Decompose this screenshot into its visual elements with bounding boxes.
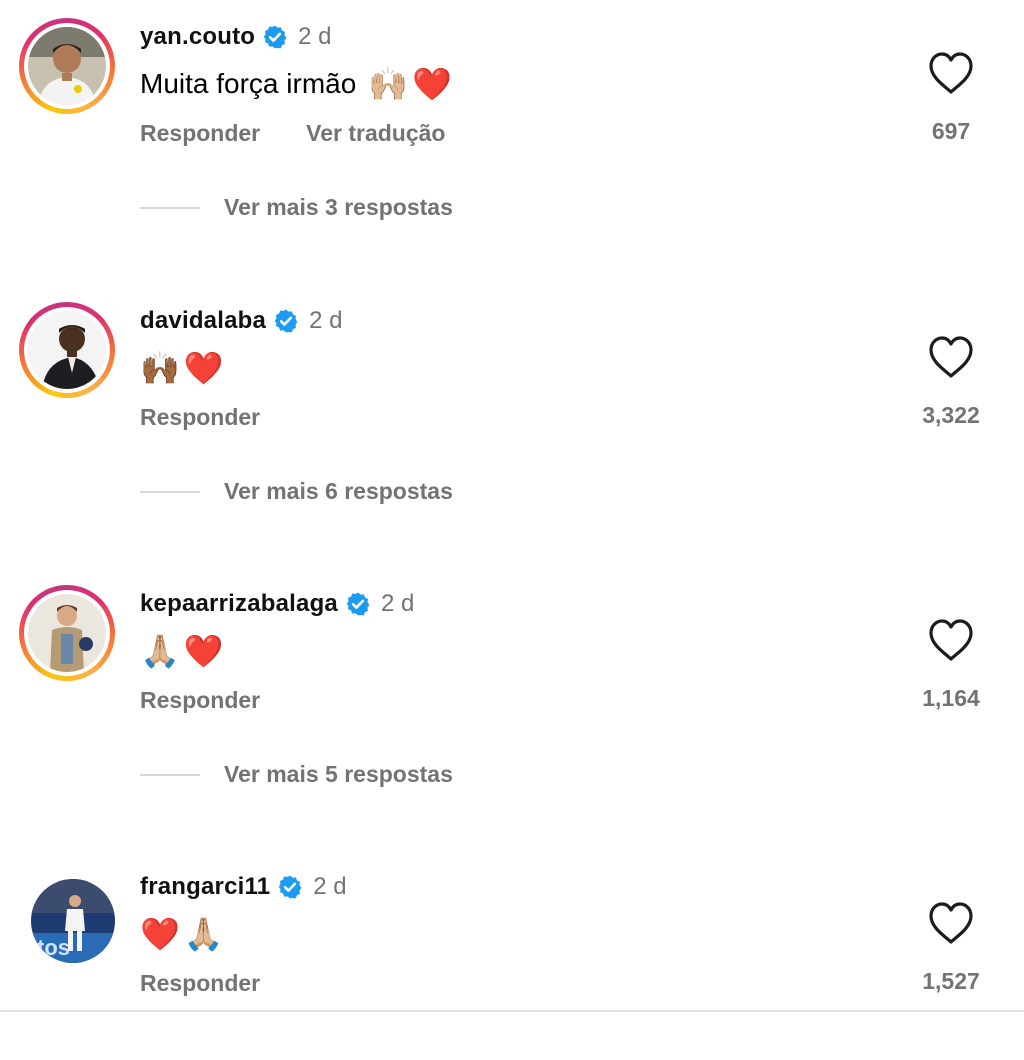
like-button[interactable]: [926, 334, 976, 380]
avatar: tos: [31, 879, 115, 963]
comment-text: 🙌🏾 ❤️: [140, 348, 228, 388]
like-count: 1,527: [922, 968, 980, 994]
view-more-replies[interactable]: Ver mais 5 respostas: [140, 761, 453, 788]
avatar-container[interactable]: tos: [19, 868, 115, 964]
red-heart-emoji: ❤️: [412, 66, 452, 102]
like-button[interactable]: [926, 900, 976, 946]
verified-badge-icon: [277, 874, 303, 900]
heart-outline-icon: [929, 619, 973, 661]
avatar-story-ring[interactable]: [19, 18, 115, 114]
like-count: 3,322: [922, 402, 980, 428]
replies-divider-line: [140, 490, 200, 493]
avatar-story-ring[interactable]: [19, 302, 115, 398]
avatar: [28, 27, 106, 105]
view-more-replies[interactable]: Ver mais 3 respostas: [140, 194, 453, 221]
replies-divider-line: [140, 773, 200, 776]
view-more-replies-label: Ver mais 3 respostas: [224, 194, 453, 220]
replies-divider-line: [140, 206, 200, 209]
heart-outline-icon: [929, 52, 973, 94]
view-more-replies-label: Ver mais 5 respostas: [224, 761, 453, 787]
view-more-replies[interactable]: Ver mais 6 respostas: [140, 478, 453, 505]
verified-badge-icon: [262, 24, 288, 50]
comment-username[interactable]: kepaarrizabalaga: [140, 590, 338, 618]
comment-time: 2 d: [298, 23, 332, 50]
avatar: [28, 311, 106, 389]
like-count: 697: [931, 118, 971, 144]
verified-badge-icon: [345, 591, 371, 617]
avatar: [28, 594, 106, 672]
comment-item: davidalaba 2 d 🙌🏾 ❤️ Responder 3,322 Ver…: [0, 294, 1024, 504]
svg-text:tos: tos: [37, 935, 70, 960]
comment-item: kepaarrizabalaga 2 d 🙏🏼 ❤️ Responder 1,1…: [0, 577, 1024, 787]
comment-time: 2 d: [309, 307, 343, 334]
comment-text: 🙏🏼 ❤️: [140, 631, 228, 671]
bottom-divider: [0, 1010, 1024, 1012]
verified-badge-icon: [273, 308, 299, 334]
heart-outline-icon: [929, 902, 973, 944]
reply-button[interactable]: Responder: [140, 687, 260, 714]
avatar-story-ring[interactable]: [19, 585, 115, 681]
comment-item: yan.couto 2 d Muita força irmão 🙌🏼 ❤️ Re…: [0, 10, 1024, 220]
reply-button[interactable]: Responder: [140, 404, 260, 431]
reply-button[interactable]: Responder: [140, 970, 260, 997]
red-heart-emoji: ❤️: [140, 916, 180, 952]
see-translation-button[interactable]: Ver tradução: [306, 120, 445, 147]
comment-text: ❤️ 🙏🏼: [140, 914, 228, 954]
comment-time: 2 d: [313, 873, 347, 900]
view-more-replies-label: Ver mais 6 respostas: [224, 478, 453, 504]
comment-username[interactable]: frangarci11: [140, 873, 270, 901]
red-heart-emoji: ❤️: [183, 633, 224, 669]
comment-item: tos frangarci11 2 d ❤️ 🙏🏼 Responder 1,52…: [0, 860, 1024, 1060]
raising-hands-emoji: 🙌🏼: [368, 66, 409, 102]
raising-hands-emoji: 🙌🏾: [140, 350, 180, 386]
comment-username[interactable]: yan.couto: [140, 23, 255, 51]
comment-username[interactable]: davidalaba: [140, 307, 266, 335]
comment-text-body: Muita força irmão: [140, 68, 357, 99]
folded-hands-emoji: 🙏🏼: [140, 633, 180, 669]
like-button[interactable]: [926, 617, 976, 663]
heart-outline-icon: [929, 336, 973, 378]
like-button[interactable]: [926, 50, 976, 96]
folded-hands-emoji: 🙏🏼: [183, 916, 224, 952]
comment-text: Muita força irmão 🙌🏼 ❤️: [140, 64, 456, 104]
red-heart-emoji: ❤️: [183, 350, 224, 386]
reply-button[interactable]: Responder: [140, 120, 260, 147]
like-count: 1,164: [922, 685, 980, 711]
comment-time: 2 d: [380, 590, 415, 617]
